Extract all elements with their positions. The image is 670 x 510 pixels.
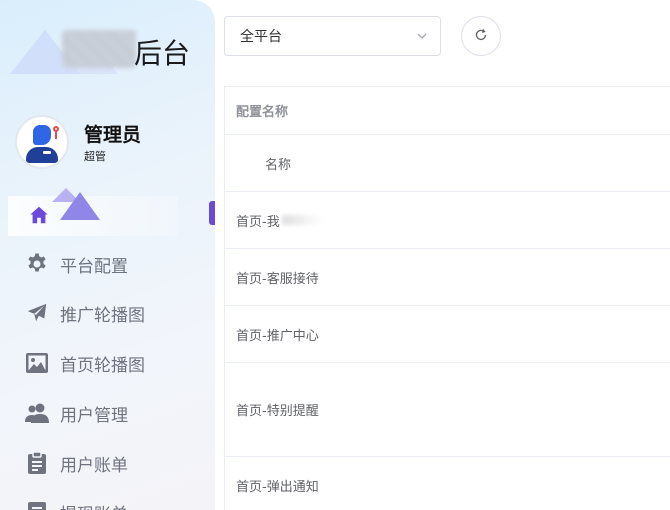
decorative-triangle bbox=[60, 192, 100, 220]
sidebar-item-promo-carousel[interactable]: 推广轮播图 bbox=[24, 298, 145, 328]
sidebar-item-label: 用户管理 bbox=[60, 405, 128, 426]
paper-plane-icon bbox=[24, 300, 50, 326]
avatar-head bbox=[33, 125, 51, 145]
column-header-config-name: 配置名称 bbox=[236, 105, 289, 120]
brand-title: 后台 bbox=[134, 37, 191, 70]
refresh-button[interactable] bbox=[461, 16, 501, 56]
table-cell-name: 名称 bbox=[265, 157, 292, 173]
document-icon bbox=[24, 499, 50, 510]
sidebar-item-label: 推广轮播图 bbox=[60, 305, 145, 326]
table-cell-name: 首页-客服接待 bbox=[236, 271, 319, 287]
table-row[interactable]: 首页-客服接待 bbox=[225, 249, 670, 306]
app-root: 后台 管理员 超管 平台配置 推广轮播图 首页轮播图 用户管理 用户账单 全平台… bbox=[0, 0, 670, 510]
table-row[interactable]: 首页-我 bbox=[225, 192, 670, 249]
table-row[interactable]: 名称 bbox=[225, 135, 670, 192]
avatar[interactable] bbox=[15, 115, 69, 169]
table-cell-name: 首页-弹出通知 bbox=[236, 480, 319, 495]
sidebar-item-label: 首页轮播图 bbox=[60, 355, 145, 376]
avatar-key-stem bbox=[55, 132, 57, 139]
platform-select-value: 全平台 bbox=[240, 29, 282, 45]
table-row[interactable]: 首页-推广中心 bbox=[225, 306, 670, 363]
sidebar-item-withdraw-bills[interactable]: 提现账单 bbox=[24, 497, 128, 510]
gear-icon bbox=[24, 251, 50, 277]
sidebar-item-home-carousel[interactable]: 首页轮播图 bbox=[24, 348, 145, 378]
refresh-icon bbox=[474, 27, 488, 46]
sidebar-item-label: 平台配置 bbox=[60, 256, 128, 277]
home-icon bbox=[26, 202, 52, 228]
clipboard-icon bbox=[24, 450, 50, 476]
blurred-text bbox=[281, 215, 322, 225]
table-cell-name: 首页-特别提醒 bbox=[236, 404, 319, 419]
users-icon bbox=[24, 400, 50, 426]
sidebar: 后台 管理员 超管 平台配置 推广轮播图 首页轮播图 用户管理 用户账单 bbox=[0, 0, 215, 510]
platform-select[interactable]: 全平台 bbox=[224, 16, 441, 56]
brand-logo-blurred bbox=[62, 30, 136, 68]
sidebar-item-platform-config[interactable]: 平台配置 bbox=[24, 249, 128, 279]
image-icon bbox=[24, 350, 50, 376]
table-row[interactable]: 首页-弹出通知 bbox=[225, 457, 670, 510]
config-table: 配置名称 名称 首页-我 首页-客服接待 首页-推广中心 首页-特别提醒 首页-… bbox=[224, 86, 670, 510]
table-header: 配置名称 bbox=[225, 87, 670, 135]
nav-active-marker bbox=[209, 201, 215, 225]
sidebar-item-label: 用户账单 bbox=[60, 455, 128, 476]
avatar-body bbox=[26, 147, 58, 163]
table-cell-name: 首页-我 bbox=[236, 214, 280, 230]
sidebar-item-home[interactable] bbox=[24, 200, 62, 230]
sidebar-item-user-management[interactable]: 用户管理 bbox=[24, 398, 128, 428]
table-cell-name: 首页-推广中心 bbox=[236, 328, 319, 344]
chevron-down-icon bbox=[416, 30, 428, 42]
table-row[interactable]: 首页-特别提醒 bbox=[225, 363, 670, 457]
user-name: 管理员 bbox=[84, 124, 142, 146]
sidebar-item-label: 提现账单 bbox=[60, 500, 128, 510]
sidebar-item-user-bills[interactable]: 用户账单 bbox=[24, 448, 128, 478]
user-role: 超管 bbox=[84, 150, 106, 163]
avatar-badge bbox=[43, 151, 51, 154]
